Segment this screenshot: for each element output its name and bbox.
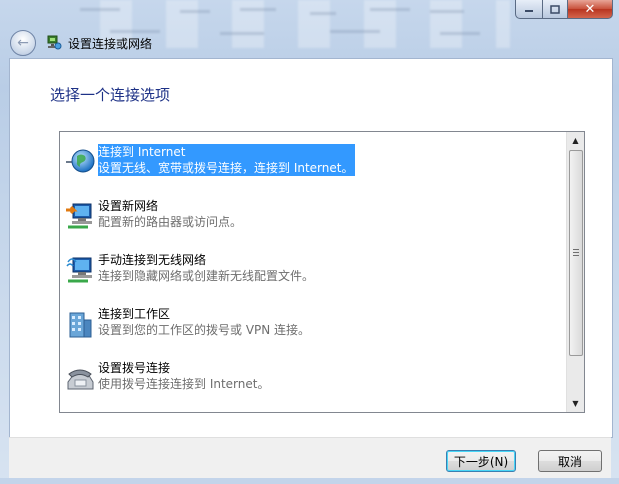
option-title: 连接到工作区 [98, 307, 171, 321]
option-title: 设置拨号连接 [98, 361, 171, 375]
network-wizard-icon [47, 35, 62, 50]
option-text: 设置拨号连接 使用拨号连接连接到 Internet。 [98, 360, 269, 392]
option-text: 设置新网络 配置新的路由器或访问点。 [98, 198, 242, 230]
option-description: 使用拨号连接连接到 Internet。 [98, 377, 270, 391]
grip-icon [573, 249, 579, 256]
page-heading: 选择一个连接选项 [50, 86, 171, 104]
close-icon: ✕ [584, 1, 596, 17]
close-button[interactable]: ✕ [568, 0, 613, 19]
option-title: 设置新网络 [98, 199, 159, 213]
maximize-icon [550, 4, 560, 14]
dialup-phone-icon [67, 369, 94, 390]
option-text: 连接到工作区 设置到您的工作区的拨号或 VPN 连接。 [98, 306, 310, 338]
maximize-button[interactable] [543, 0, 568, 19]
button-bar: 下一步(N) 取消 [9, 437, 611, 478]
option-description: 设置无线、宽带或拨号连接，连接到 Internet。 [98, 160, 356, 176]
globe-network-icon [66, 149, 95, 173]
option-text: 手动连接到无线网络 连接到隐藏网络或创建新无线配置文件。 [98, 252, 314, 284]
window-bottom-border [0, 478, 619, 484]
option-text: 连接到 Internet 设置无线、宽带或拨号连接，连接到 Internet。 [98, 144, 356, 176]
wireless-computer-icon [66, 257, 92, 283]
caption-buttons: ✕ [515, 0, 613, 19]
title-bar: ← 设置连接或网络 [10, 30, 152, 56]
scroll-down-button[interactable]: ▼ [567, 395, 584, 412]
connection-options-list[interactable]: 连接到 Internet 设置无线、宽带或拨号连接，连接到 Internet。 … [59, 131, 585, 413]
option-title: 手动连接到无线网络 [98, 253, 207, 267]
next-button[interactable]: 下一步(N) [446, 450, 516, 472]
chevron-up-icon: ▲ [572, 136, 579, 145]
option-connect-internet[interactable]: 连接到 Internet 设置无线、宽带或拨号连接，连接到 Internet。 [64, 144, 564, 180]
wizard-content: 选择一个连接选项 连接到 Internet 设置无线、宽带或拨号连接，连接到 I… [9, 58, 613, 438]
back-arrow-icon: ← [17, 35, 29, 51]
cancel-button[interactable]: 取消 [538, 450, 602, 472]
window-title: 设置连接或网络 [68, 36, 153, 51]
router-setup-icon [66, 203, 92, 229]
option-connect-workplace[interactable]: 连接到工作区 设置到您的工作区的拨号或 VPN 连接。 [64, 306, 564, 342]
option-setup-new-network[interactable]: 设置新网络 配置新的路由器或访问点。 [64, 198, 564, 234]
scroll-up-button[interactable]: ▲ [567, 132, 584, 149]
vertical-scrollbar[interactable]: ▲ ▼ [566, 132, 584, 412]
workplace-building-icon [69, 312, 92, 338]
option-description: 连接到隐藏网络或创建新无线配置文件。 [98, 269, 315, 283]
minimize-icon [525, 10, 533, 12]
options-container: 连接到 Internet 设置无线、宽带或拨号连接，连接到 Internet。 … [60, 132, 566, 412]
option-title: 连接到 Internet [98, 144, 356, 160]
option-manual-wireless[interactable]: 手动连接到无线网络 连接到隐藏网络或创建新无线配置文件。 [64, 252, 564, 288]
minimize-button[interactable] [515, 0, 543, 19]
chevron-down-icon: ▼ [572, 399, 579, 408]
back-button[interactable]: ← [10, 30, 36, 56]
option-setup-dialup[interactable]: 设置拨号连接 使用拨号连接连接到 Internet。 [64, 360, 564, 396]
scroll-thumb[interactable] [569, 150, 583, 356]
option-description: 配置新的路由器或访问点。 [98, 215, 243, 229]
option-description: 设置到您的工作区的拨号或 VPN 连接。 [98, 323, 311, 337]
